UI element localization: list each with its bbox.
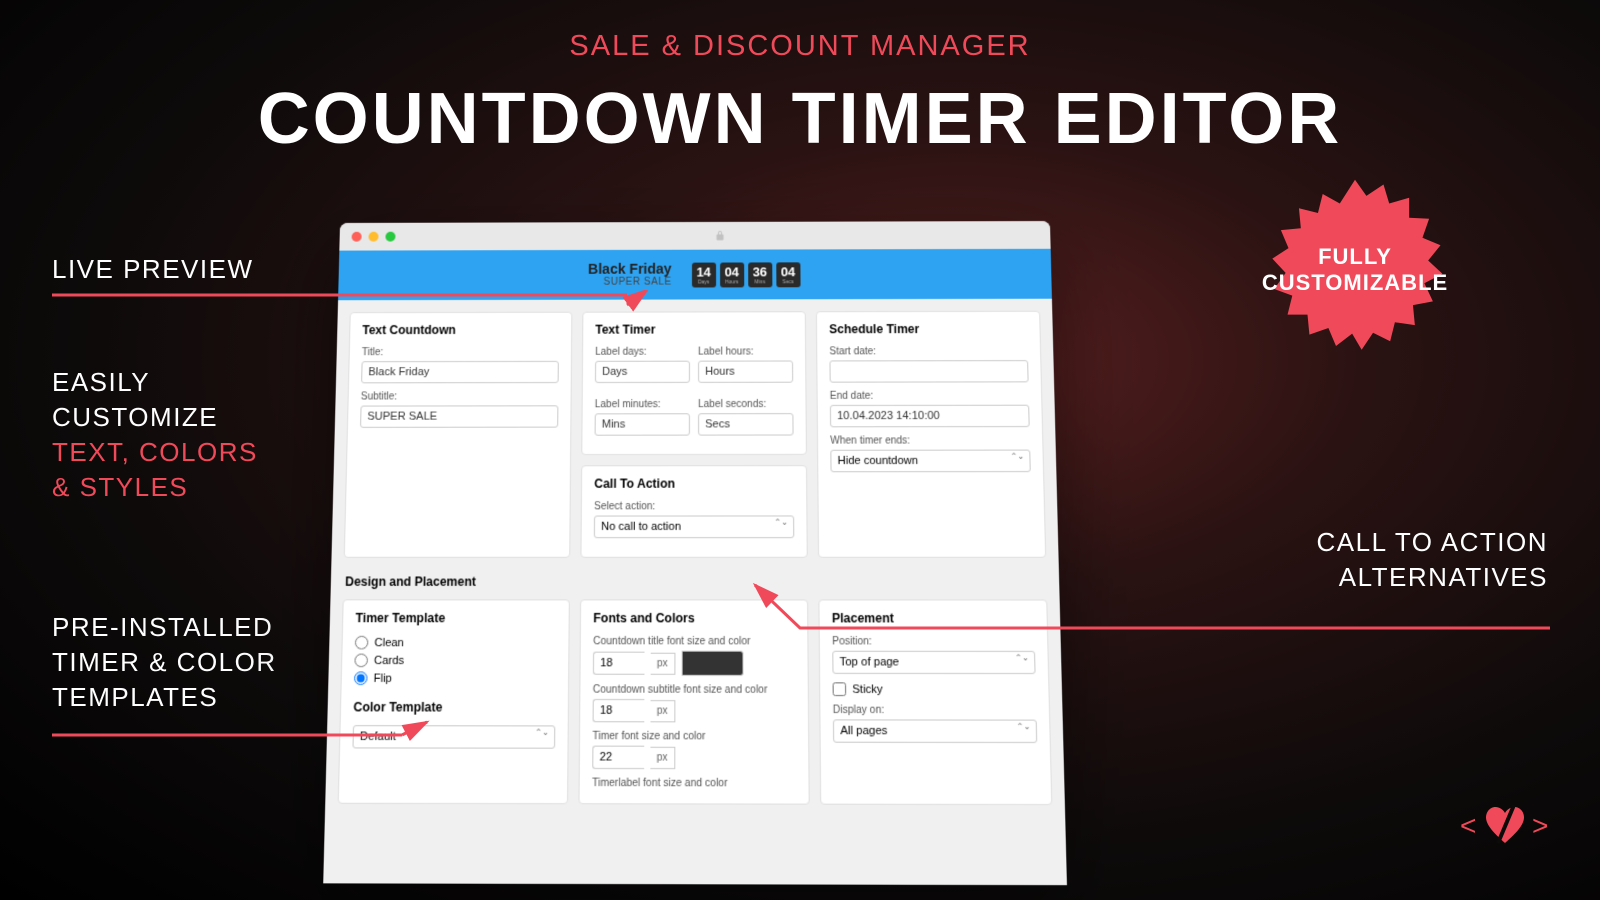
card-heading: Timer Template	[355, 611, 556, 626]
card-text-countdown: Text Countdown Title: Subtitle:	[344, 312, 573, 558]
minimize-icon[interactable]	[368, 232, 378, 242]
radio-clean[interactable]: Clean	[355, 636, 556, 650]
close-icon[interactable]	[352, 232, 362, 242]
preview-bar: Black Friday SUPER SALE 14Days 04Hours 3…	[338, 249, 1052, 300]
callout-templates: PRE-INSTALLED TIMER & COLOR TEMPLATES	[52, 610, 277, 715]
card-heading: Placement	[832, 611, 1035, 626]
browser-window: Black Friday SUPER SALE 14Days 04Hours 3…	[323, 221, 1067, 885]
subtitle-font-size-input[interactable]	[593, 699, 645, 722]
label-days-input[interactable]	[595, 361, 690, 383]
callout-customize: EASILY CUSTOMIZE TEXT, COLORS & STYLES	[52, 365, 258, 505]
color-template-heading: Color Template	[353, 700, 555, 715]
position-select[interactable]: Top of page	[832, 651, 1035, 674]
card-placement: Placement Position: Top of page Sticky D…	[818, 599, 1052, 805]
title-input[interactable]	[361, 361, 559, 383]
card-heading: Text Countdown	[362, 323, 559, 337]
display-on-select[interactable]: All pages	[833, 719, 1037, 743]
svg-text:<: <	[1460, 810, 1476, 841]
card-heading: Fonts and Colors	[593, 611, 795, 626]
subtitle-input[interactable]	[360, 405, 558, 428]
promo-title: COUNTDOWN TIMER EDITOR	[0, 78, 1600, 160]
card-cta: Call To Action Select action: No call to…	[580, 465, 807, 558]
card-fonts-colors: Fonts and Colors Countdown title font si…	[578, 599, 809, 804]
card-schedule: Schedule Timer Start date: End date: Whe…	[816, 311, 1046, 558]
preview-title-block: Black Friday SUPER SALE	[588, 261, 672, 287]
editor-body: Text Countdown Title: Subtitle: Text Tim…	[325, 299, 1065, 818]
lock-icon	[714, 230, 726, 242]
card-heading: Call To Action	[594, 476, 794, 490]
start-date-input[interactable]	[829, 360, 1028, 383]
callout-cta: CALL TO ACTION ALTERNATIVES	[1317, 525, 1548, 595]
card-timer-template: Timer Template Clean Cards Flip Color Te…	[338, 599, 570, 804]
card-heading: Text Timer	[595, 322, 793, 336]
cta-select[interactable]: No call to action	[594, 515, 794, 538]
radio-cards[interactable]: Cards	[354, 654, 556, 668]
timer-font-size-input[interactable]	[592, 746, 644, 769]
browser-chrome	[339, 221, 1050, 251]
flip-timer: 14Days 04Hours 36Mins 04Secs	[692, 262, 801, 287]
callout-live-preview: LIVE PREVIEW	[52, 252, 254, 287]
promo-subtitle: SALE & DISCOUNT MANAGER	[0, 0, 1600, 63]
subtitle-label: Subtitle:	[361, 391, 559, 402]
sticky-checkbox[interactable]: Sticky	[833, 682, 1037, 696]
section-heading-design: Design and Placement	[343, 568, 1047, 589]
card-text-timer: Text Timer Label days: Label hours: Labe…	[581, 311, 807, 455]
end-date-input[interactable]	[830, 405, 1030, 428]
maximize-icon[interactable]	[385, 232, 395, 242]
label-seconds-input[interactable]	[698, 413, 794, 435]
heart-logo-icon: < >	[1460, 795, 1550, 860]
label-hours-input[interactable]	[698, 360, 793, 382]
label-minutes-input[interactable]	[595, 413, 690, 435]
when-ends-select[interactable]: Hide countdown	[830, 450, 1030, 473]
color-template-select[interactable]: Default	[352, 725, 555, 749]
title-label: Title:	[362, 347, 559, 358]
starburst-badge: FULLY CUSTOMIZABLE	[1260, 175, 1450, 365]
card-heading: Schedule Timer	[829, 322, 1027, 336]
svg-text:>: >	[1532, 810, 1548, 841]
title-color-swatch[interactable]	[681, 651, 743, 676]
radio-flip[interactable]: Flip	[354, 671, 556, 685]
title-font-size-input[interactable]	[593, 652, 645, 675]
